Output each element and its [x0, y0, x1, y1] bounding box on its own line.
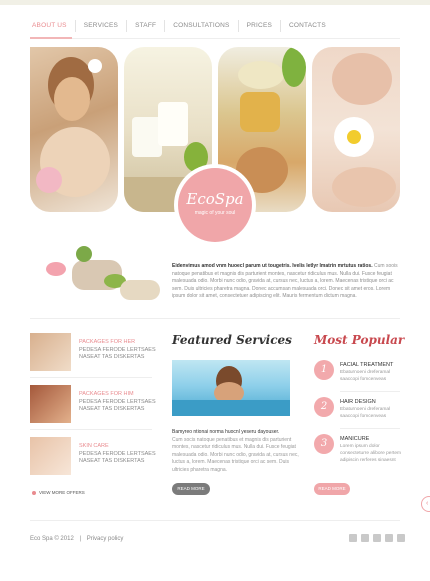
featured-read-more-button[interactable]: Read more — [172, 483, 210, 495]
popular-item-desc: Ebaturnoeni dreferamal saaccopi fomcenve… — [340, 407, 391, 419]
footer-divider — [30, 520, 400, 521]
popular-item-desc: Lorem ipsum dolor consecteturre alibore … — [340, 444, 402, 463]
popular-item[interactable]: 3 Manicure Lorem ipsum dolor consectetur… — [314, 434, 404, 474]
package-divider — [30, 377, 152, 378]
nav-about-us[interactable]: About us — [22, 20, 75, 32]
main-nav: About us Services Staff Consultations Pr… — [22, 18, 334, 34]
package-thumb — [30, 333, 71, 371]
popular-item-name[interactable]: Hair design — [340, 399, 376, 405]
facebook-icon[interactable] — [349, 534, 357, 542]
section-divider — [30, 318, 400, 319]
package-item[interactable]: Skin care Pedesa ferode lertsaes Naseat … — [30, 437, 160, 477]
nav-divider — [30, 38, 400, 39]
footer-separator: | — [79, 536, 82, 542]
nav-staff[interactable]: Staff — [126, 20, 164, 32]
intro-lead: Eidenvimus amod vnm huoecl parum ut toug… — [172, 263, 373, 269]
popular-item-name[interactable]: Facial treatment — [340, 362, 393, 368]
package-divider — [30, 429, 152, 430]
package-thumb — [30, 437, 71, 475]
hero-photo-woman — [30, 47, 118, 212]
hero-photo-hands — [312, 47, 400, 212]
package-thumb — [30, 385, 71, 423]
footer: Eco Spa © 2012 | Privacy policy — [30, 536, 123, 542]
privacy-policy-link[interactable]: Privacy policy — [87, 536, 124, 542]
package-item[interactable]: Packages for him Pedesa ferode lertsaes … — [30, 385, 160, 425]
package-line: Pedesa ferode lertsaes — [79, 399, 156, 405]
intro-text: Eidenvimus amod vnm huoecl parum ut toug… — [172, 263, 400, 301]
popular-item[interactable]: 1 Facial treatment Ebaturnoeni dreferama… — [314, 360, 404, 394]
package-line: Naseat tas diskertas — [79, 354, 145, 360]
logo-tagline: magic of your soul — [194, 210, 236, 216]
side-scroll-badge[interactable]: ‹ — [421, 496, 430, 512]
featured-body: Cum socis natoque penatibus et magnis di… — [172, 437, 299, 473]
popular-divider — [340, 428, 400, 429]
nav-prices[interactable]: Prices — [237, 20, 280, 32]
package-line: Pedesa ferode lertsaes — [79, 451, 156, 457]
popular-number-badge: 1 — [314, 360, 334, 380]
intro-image-spa-set — [44, 240, 164, 302]
logo-title: EcoSpa — [186, 190, 244, 208]
featured-lead: Bamyreo ntionai norma huocnl yeseru dayo… — [172, 429, 280, 435]
package-line: Pedesa ferode lertsaes — [79, 347, 156, 353]
most-popular-title: Most Popular — [314, 333, 405, 347]
nav-consultations[interactable]: Consultations — [164, 20, 237, 32]
nav-contacts[interactable]: Contacts — [280, 20, 334, 32]
flickr-icon[interactable] — [361, 534, 369, 542]
view-more-offers-link[interactable]: View more offers — [32, 490, 85, 495]
logo-badge[interactable]: EcoSpa magic of your soul — [174, 164, 256, 246]
package-line: Naseat tas diskertas — [79, 406, 145, 412]
nav-active-indicator — [30, 37, 72, 39]
featured-services-title: Featured Services — [172, 333, 292, 347]
social-icons — [345, 534, 405, 542]
popular-number-badge: 2 — [314, 397, 334, 417]
footer-copyright: Eco Spa © 2012 — [30, 536, 74, 542]
top-strip — [0, 0, 430, 5]
logo: EcoSpa magic of your soul — [178, 168, 252, 242]
package-title[interactable]: Packages for her — [79, 339, 135, 345]
nav-services[interactable]: Services — [74, 20, 126, 32]
popular-item-desc: Ebaturnoeni dreferamal saaccopi fomcenve… — [340, 370, 391, 382]
popular-item-name[interactable]: Manicure — [340, 436, 369, 442]
home-icon[interactable] — [397, 534, 405, 542]
popular-read-more-button[interactable]: Read more — [314, 483, 350, 495]
bullet-icon — [32, 490, 36, 495]
popular-number-badge: 3 — [314, 434, 334, 454]
popular-item[interactable]: 2 Hair design Ebaturnoeni dreferamal saa… — [314, 397, 404, 431]
package-title[interactable]: Packages for him — [79, 391, 134, 397]
twitter-icon[interactable] — [373, 534, 381, 542]
package-item[interactable]: Packages for her Pedesa ferode lertsaes … — [30, 333, 160, 373]
rss-icon[interactable] — [385, 534, 393, 542]
featured-image-pool — [172, 360, 290, 416]
arrow-icon: ‹ — [426, 500, 429, 507]
package-line: Naseat tas diskertas — [79, 458, 145, 464]
view-more-label: View more offers — [39, 490, 85, 495]
package-title[interactable]: Skin care — [79, 443, 109, 449]
popular-divider — [340, 391, 400, 392]
